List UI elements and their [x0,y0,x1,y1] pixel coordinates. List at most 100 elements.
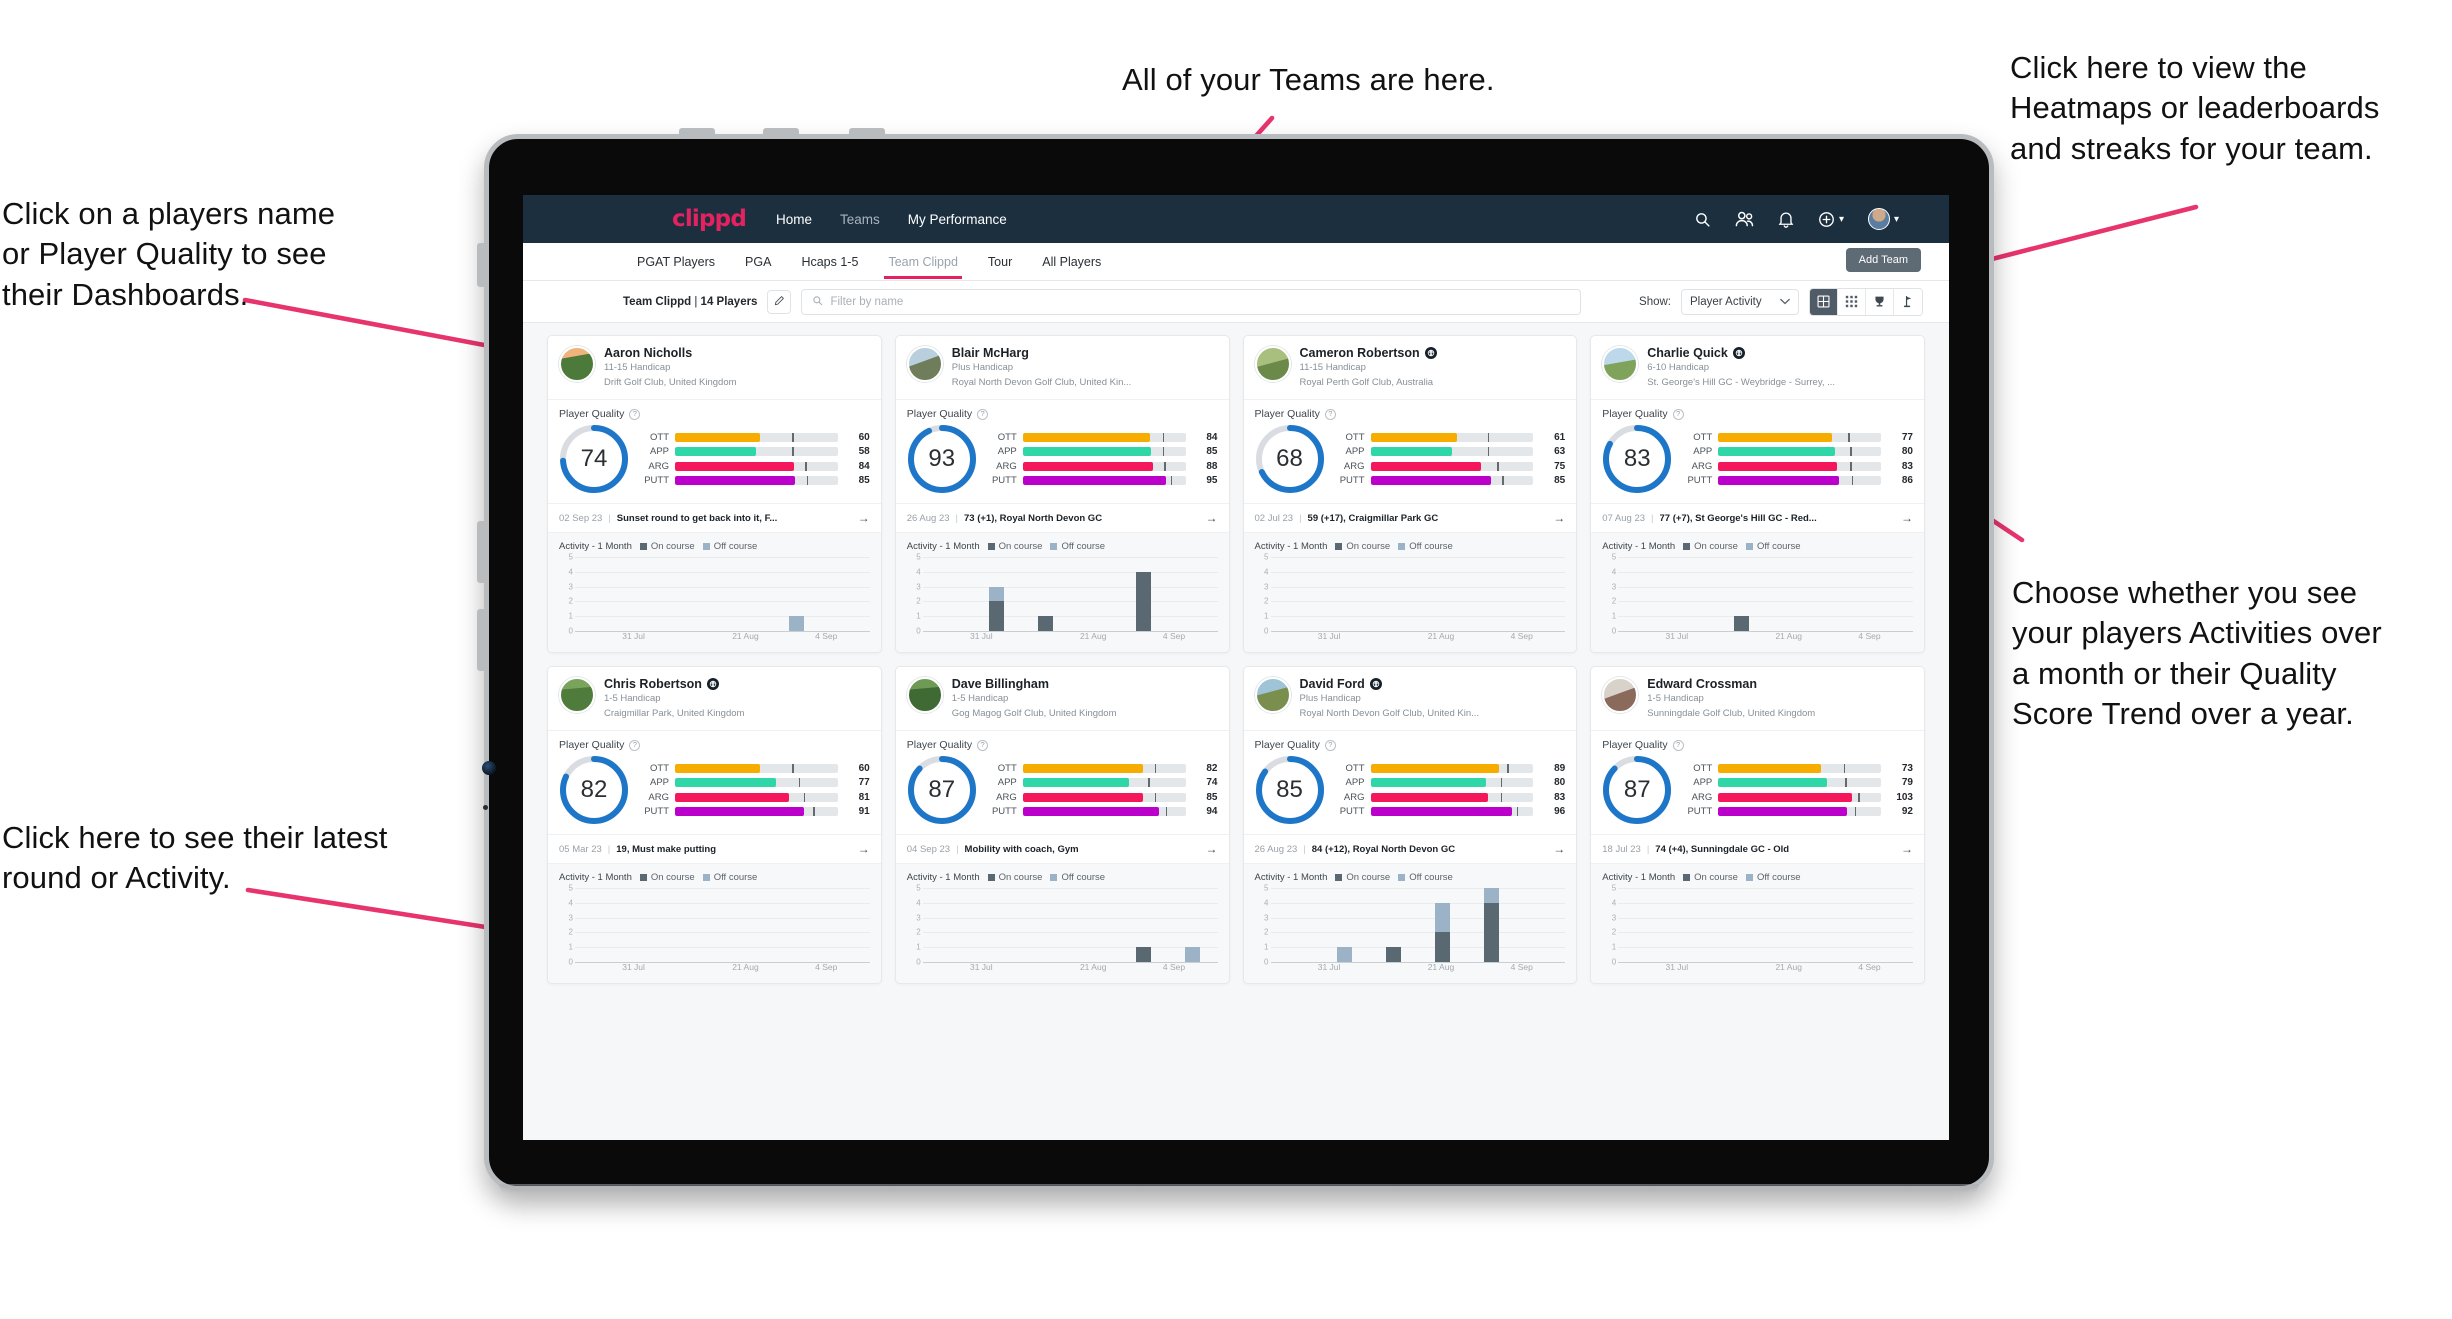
help-icon[interactable]: ? [977,408,989,420]
player-club: Royal North Devon Golf Club, United Kin.… [951,377,1132,389]
y-axis-tick: 4 [916,567,921,577]
player-name[interactable]: Chris Robertson [604,677,744,691]
player-card[interactable]: Edward Crossman 1-5 Handicap Sunningdale G… [1590,666,1925,984]
player-card-header[interactable]: Aaron Nicholls 11-15 Handicap Drift Golf C… [548,336,881,399]
metric-bar-fill [1370,447,1452,457]
help-icon[interactable]: ? [1672,739,1684,751]
latest-round-row[interactable]: 04 Sep 23 | Mobility with coach, Gym → [895,834,1229,863]
arrow-right-icon[interactable]: → [1893,511,1913,525]
bar-slot [1467,557,1516,631]
player-name[interactable]: Charlie Quick [1647,346,1835,360]
tab-hcaps-1-5[interactable]: Hcaps 1-5 [801,246,858,278]
player-name[interactable]: Cameron Robertson [1300,346,1437,360]
y-axis-tick: 2 [568,596,573,606]
player-quality-section[interactable]: Player Quality? 68 OTT 61 APP 63 ARG 75 PUTT 85 [1243,399,1577,503]
arrow-right-icon[interactable]: → [1198,511,1218,525]
latest-round-row[interactable]: 26 Aug 23 | 84 (+12), Royal North Devon GC… [1243,834,1577,863]
search-icon[interactable] [1694,211,1711,228]
people-icon[interactable] [1735,211,1754,228]
player-name[interactable]: Dave Billingham [952,677,1117,691]
arrow-right-icon[interactable]: → [1545,511,1565,525]
metric-bar-track [1370,778,1534,788]
player-card-header[interactable]: Dave Billingham 1-5 Handicap Gog Magog Gol… [896,667,1229,730]
grid-small-icon[interactable] [1838,288,1866,315]
player-quality-section[interactable]: Player Quality? 82 OTT 60 APP 77 ARG 81 PUTT 91 [548,730,881,834]
nav-link-teams[interactable]: Teams [840,212,880,227]
player-quality-section[interactable]: Player Quality? 93 OTT 84 APP 85 ARG 88 PUTT 95 [895,399,1229,503]
player-card[interactable]: Charlie Quick 6-10 Handicap St. George's H… [1590,335,1925,653]
help-icon[interactable]: ? [1672,408,1684,420]
metric-value: 60 [858,762,870,774]
metric-value: 94 [1206,806,1218,818]
player-card-header[interactable]: Chris Robertson 1-5 Handicap Craigmillar P… [548,667,881,730]
player-name[interactable]: Aaron Nicholls [604,346,737,360]
tab-team-clippd[interactable]: Team Clippd [884,246,963,279]
player-card-header[interactable]: Blair McHarg Plus Handicap Royal North Dev… [896,336,1229,399]
avatar[interactable]: ▾ [1867,208,1899,230]
latest-round-row[interactable]: 02 Sep 23 | Sunset round to get back into … [548,503,881,532]
grid-large-icon[interactable] [1810,288,1838,315]
flag-icon[interactable] [1894,288,1922,315]
player-card-header[interactable]: David Ford Plus Handicap Royal North Devon… [1244,667,1577,730]
tab-all-players[interactable]: All Players [1042,246,1101,278]
trophy-icon[interactable] [1866,288,1894,315]
player-card[interactable]: Aaron Nicholls 11-15 Handicap Drift Golf C… [547,335,882,653]
tab-pga[interactable]: PGA [745,246,771,278]
annotation-show-toggle: Choose whether you see your players Acti… [2012,575,2382,731]
help-icon[interactable]: ? [1324,408,1336,420]
chart-bars [1271,888,1566,962]
tab-pgat-players[interactable]: PGAT Players [637,246,715,278]
latest-round-row[interactable]: 07 Aug 23 | 77 (+7), St George's Hill GC -… [1591,503,1924,532]
player-quality-section[interactable]: Player Quality? 74 OTT 60 APP 58 ARG 84 PUTT 85 [548,399,881,503]
metric-label: PUTT [1339,806,1365,818]
latest-round-row[interactable]: 02 Jul 23 | 59 (+17), Craigmillar Park GC → [1243,503,1577,532]
latest-round-row[interactable]: 26 Aug 23 | 73 (+1), Royal North Devon GC → [895,503,1229,532]
player-quality-section[interactable]: Player Quality? 87 OTT 73 APP 79 ARG 103 PUTT 92 [1591,730,1924,834]
player-quality-section[interactable]: Player Quality? 83 OTT 77 APP 80 ARG 83 PUTT 86 [1591,399,1924,503]
player-quality-section[interactable]: Player Quality? 85 OTT 89 APP 80 ARG 83 PUTT 96 [1243,730,1577,834]
player-card-header[interactable]: Charlie Quick 6-10 Handicap St. George's H… [1591,336,1924,399]
player-card[interactable]: Dave Billingham 1-5 Handicap Gog Magog Gol… [894,666,1230,984]
search-input[interactable] [830,295,1571,308]
arrow-right-icon[interactable]: → [1198,842,1218,856]
top-navigation-bar: clippd Home Teams My Performance ▾ ▾ [523,195,1949,243]
latest-round-row[interactable]: 05 Mar 23 | 19, Must make putting → [548,834,881,863]
app-logo[interactable]: clippd [672,206,747,232]
nav-link-home[interactable]: Home [776,212,812,227]
help-icon[interactable]: ? [629,739,641,751]
player-card-header[interactable]: Cameron Robertson 11-15 Handicap Royal Per… [1244,336,1577,399]
latest-round-row[interactable]: 18 Jul 23 | 74 (+4), Sunningdale GC - Old → [1591,834,1924,863]
y-axis-tick: 2 [1264,596,1269,606]
player-card-header[interactable]: Edward Crossman 1-5 Handicap Sunningdale G… [1591,667,1924,730]
edit-team-button[interactable] [767,289,792,314]
player-name[interactable]: Edward Crossman [1647,677,1815,691]
legend-off-course: Off course [1398,541,1453,552]
activity-title: Activity - 1 Month [1602,872,1676,883]
help-icon[interactable]: ? [977,739,989,751]
player-name[interactable]: David Ford [1300,677,1480,691]
player-card[interactable]: Cameron Robertson 11-15 Handicap Royal Per… [1242,335,1578,653]
player-quality-section[interactable]: Player Quality? 87 OTT 82 APP 74 ARG 85 PUTT 94 [895,730,1229,834]
show-select[interactable]: Player Activity [1681,288,1799,315]
add-team-button[interactable]: Add Team [1845,248,1921,272]
metric-bar-benchmark [1487,432,1490,442]
filter-toolbar: Team Clippd | 14 Players Filter by name … [523,281,1949,323]
help-icon[interactable]: ? [1324,739,1336,751]
metric-label: OTT [997,431,1017,443]
plus-circle-icon[interactable]: ▾ [1818,211,1844,228]
help-icon[interactable]: ? [629,408,641,420]
metric-bar-fill [1370,461,1482,471]
arrow-right-icon[interactable]: → [850,842,870,856]
arrow-right-icon[interactable]: → [1893,842,1913,856]
arrow-right-icon[interactable]: → [1545,842,1565,856]
player-card[interactable]: David Ford Plus Handicap Royal North Devon… [1242,666,1578,984]
bell-icon[interactable] [1778,211,1794,228]
nav-link-my-performance[interactable]: My Performance [908,212,1007,227]
arrow-right-icon[interactable]: → [850,511,870,525]
player-name[interactable]: Blair McHarg [952,346,1132,360]
tab-tour[interactable]: Tour [988,246,1012,278]
metric-bar-fill [1718,778,1828,788]
search-field-wrapper[interactable] [801,288,1582,315]
player-card[interactable]: Chris Robertson 1-5 Handicap Craigmillar P… [547,666,882,984]
player-card[interactable]: Blair McHarg Plus Handicap Royal North Dev… [894,335,1230,653]
